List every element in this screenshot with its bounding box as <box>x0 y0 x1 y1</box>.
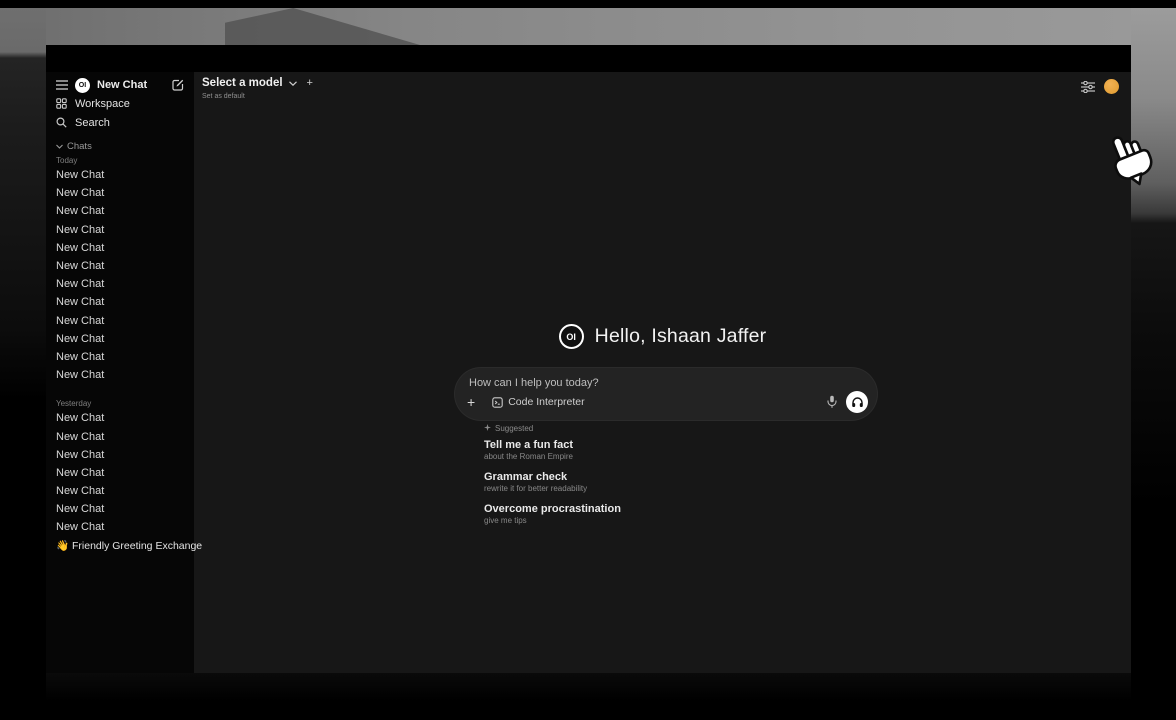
top-right-controls <box>1081 79 1119 94</box>
microphone-icon[interactable] <box>827 395 837 409</box>
user-avatar[interactable] <box>1104 79 1119 94</box>
sidebar-item-search[interactable]: Search <box>56 113 184 132</box>
chat-list-item[interactable]: New Chat <box>56 464 184 482</box>
chat-list-item[interactable]: New Chat <box>56 312 184 330</box>
letterbox-strip <box>46 45 1131 72</box>
wallpaper-left-edge <box>0 8 46 720</box>
suggested-prompt-title: Tell me a fun fact <box>484 439 864 451</box>
code-interpreter-toggle[interactable]: Code Interpreter <box>492 396 584 408</box>
open-webui-window: OI New Chat Workspace Search Chats Today <box>46 45 1131 673</box>
model-selector[interactable]: Select a model <box>202 77 283 89</box>
suggested-list: Tell me a fun fact about the Roman Empir… <box>484 439 864 526</box>
section-label-yesterday: Yesterday <box>56 397 184 409</box>
search-icon <box>56 117 67 128</box>
model-chevron-down-icon[interactable] <box>289 81 297 86</box>
chat-list-item[interactable]: New Chat <box>56 239 184 257</box>
chat-list-item[interactable]: New Chat <box>56 330 184 348</box>
chat-list-item[interactable]: New Chat <box>56 427 184 445</box>
greeting-block: OI Hello, Ishaan Jaffer <box>194 324 1131 349</box>
chat-list-item[interactable]: New Chat <box>56 500 184 518</box>
chat-input-card[interactable]: How can I help you today? + Code Interpr… <box>455 368 877 420</box>
chat-list-item[interactable]: New Chat <box>56 275 184 293</box>
code-interpreter-icon <box>492 397 503 408</box>
chat-list-item[interactable]: New Chat <box>56 257 184 275</box>
chat-list-yesterday: New ChatNew ChatNew ChatNew ChatNew Chat… <box>56 409 184 536</box>
chat-list-item[interactable]: New Chat <box>56 221 184 239</box>
suggested-prompts: Suggested Tell me a fun fact about the R… <box>484 423 864 535</box>
suggested-prompt-subtitle: rewrite it for better readability <box>484 484 864 494</box>
voice-call-button[interactable] <box>846 391 868 413</box>
sidebar-toggle-icon[interactable] <box>56 80 68 90</box>
suggested-prompt-subtitle: about the Roman Empire <box>484 452 864 462</box>
code-interpreter-label: Code Interpreter <box>508 396 584 408</box>
suggested-prompt[interactable]: Tell me a fun fact about the Roman Empir… <box>484 439 864 462</box>
settings-sliders-icon[interactable] <box>1081 81 1095 93</box>
greeting-text: Hello, Ishaan Jaffer <box>595 325 767 348</box>
chat-list-item[interactable]: New Chat <box>56 482 184 500</box>
chat-list-item[interactable]: New Chat <box>56 348 184 366</box>
suggested-prompt[interactable]: Grammar check rewrite it for better read… <box>484 471 864 494</box>
chat-input-toolbar: + Code Interpreter <box>467 391 868 413</box>
suggested-header: Suggested <box>484 423 864 433</box>
chat-item-friendly-greeting[interactable]: 👋 Friendly Greeting Exchange <box>56 537 184 555</box>
app-logo-icon-large: OI <box>559 324 584 349</box>
chats-section-toggle[interactable]: Chats <box>56 140 184 152</box>
new-chat-compose-icon[interactable] <box>172 79 184 91</box>
main-panel: Select a model + Set as default OI Hello… <box>194 72 1131 673</box>
top-black-bar <box>0 0 1176 8</box>
chat-list-item[interactable]: New Chat <box>56 409 184 427</box>
chat-list-item[interactable]: New Chat <box>56 184 184 202</box>
sidebar-title: New Chat <box>97 79 165 91</box>
add-model-button[interactable]: + <box>307 77 313 89</box>
app-logo-icon: OI <box>75 78 90 93</box>
suggested-prompt[interactable]: Overcome procrastination give me tips <box>484 503 864 526</box>
chat-list-item[interactable]: New Chat <box>56 293 184 311</box>
bottom-black-area <box>46 673 1131 720</box>
chat-list-today: New ChatNew ChatNew ChatNew ChatNew Chat… <box>56 166 184 384</box>
suggested-prompt-subtitle: give me tips <box>484 516 864 526</box>
chat-list-item[interactable]: New Chat <box>56 366 184 384</box>
sidebar-item-workspace[interactable]: Workspace <box>56 94 184 113</box>
suggested-label: Suggested <box>495 424 533 433</box>
chat-list-item[interactable]: New Chat <box>56 446 184 464</box>
search-label: Search <box>75 117 110 129</box>
chat-list-item[interactable]: New Chat <box>56 202 184 220</box>
wallpaper-gray-band <box>0 8 1176 45</box>
sidebar-header: OI New Chat <box>56 76 184 94</box>
chat-list-item[interactable]: New Chat <box>56 166 184 184</box>
chevron-down-icon <box>56 144 63 149</box>
attach-plus-button[interactable]: + <box>467 395 475 409</box>
suggested-sparkle-icon <box>484 424 491 432</box>
set-as-default-link[interactable]: Set as default <box>202 93 313 100</box>
chats-label: Chats <box>67 141 92 152</box>
headphones-icon <box>851 396 864 408</box>
workspace-label: Workspace <box>75 98 130 110</box>
chat-list-item[interactable]: New Chat <box>56 518 184 536</box>
wallpaper-right-edge <box>1131 8 1176 720</box>
section-label-today: Today <box>56 154 184 166</box>
suggested-prompt-title: Grammar check <box>484 471 864 483</box>
chat-input-placeholder[interactable]: How can I help you today? <box>469 377 599 389</box>
workspace-grid-icon <box>56 98 67 109</box>
suggested-prompt-title: Overcome procrastination <box>484 503 864 515</box>
model-selector-block: Select a model + Set as default <box>202 77 313 100</box>
sidebar: OI New Chat Workspace Search Chats Today <box>46 72 194 673</box>
